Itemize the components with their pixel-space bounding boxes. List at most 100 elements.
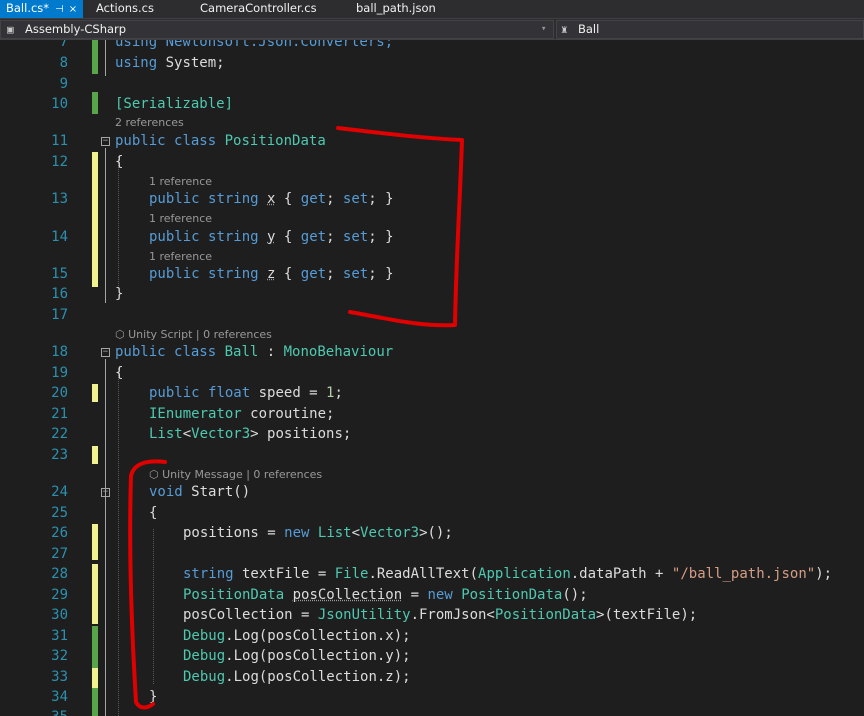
code-editor[interactable]: 7 8 9 10 11 12 13 14 15 16 17 18 19 20 2… <box>0 40 864 716</box>
code-token: using <box>115 55 158 71</box>
line-number: 11 <box>51 133 68 149</box>
unity-icon: ⬡ <box>149 468 163 481</box>
code-line-26: positions = new List<Vector3>(); <box>183 525 453 542</box>
code-token: PositionData <box>494 607 597 623</box>
code-line-30: posCollection = JsonUtility.FromJson<Pos… <box>183 607 697 624</box>
code-token: float <box>208 385 251 401</box>
collapse-icon[interactable]: − <box>101 488 110 497</box>
line-number: 27 <box>51 546 68 562</box>
code-line-11: public class PositionData <box>115 133 326 150</box>
code-token: public <box>149 191 200 207</box>
code-token: PositionData <box>183 587 285 603</box>
line-number: 24 <box>51 484 68 500</box>
code-token: posCollection = <box>183 607 318 623</box>
line-number: 25 <box>51 505 68 521</box>
code-lens-references[interactable]: 1 reference <box>149 175 212 188</box>
document-tab-bar: Ball.cs* ⊣ × Actions.cs CameraController.c… <box>0 0 864 18</box>
code-token: get <box>300 266 327 282</box>
collapse-icon[interactable]: − <box>101 137 110 146</box>
pin-icon[interactable]: ⊣ <box>55 4 64 15</box>
code-token: .Log(posCollection.y); <box>225 648 411 664</box>
line-number: 17 <box>51 307 68 323</box>
code-line-19: { <box>115 365 123 382</box>
unsaved-change-marker <box>92 152 98 287</box>
line-number: 14 <box>51 229 68 245</box>
line-number: 13 <box>51 191 68 207</box>
tab-cameracontroller-cs[interactable]: CameraController.cs <box>200 0 317 18</box>
code-token: public <box>115 344 166 360</box>
code-line-32: Debug.Log(posCollection.y); <box>183 648 411 665</box>
code-line-28: string textFile = File.ReadAllText(Appli… <box>183 566 832 583</box>
code-token: ; <box>326 191 343 207</box>
code-token: List <box>149 426 183 442</box>
code-lens-references[interactable]: 1 reference <box>149 250 212 263</box>
code-token: > positions; <box>250 426 352 442</box>
code-line-20: public float speed = 1; <box>149 385 343 402</box>
unity-icon: ⬡ <box>115 328 129 341</box>
unsaved-change-marker <box>92 384 98 402</box>
code-token: = <box>402 587 428 603</box>
code-lens-text: Unity Script | 0 references <box>128 328 272 341</box>
code-token: } <box>149 689 158 705</box>
line-number: 10 <box>51 96 68 112</box>
code-token: class <box>174 344 217 360</box>
code-token: Ball <box>224 344 259 360</box>
code-token: public <box>149 385 200 401</box>
code-lens-references[interactable]: 2 references <box>115 116 184 129</box>
code-token: .Log(posCollection.x); <box>225 628 411 644</box>
code-token: public <box>115 133 166 149</box>
code-token: get <box>300 229 327 245</box>
collapse-icon[interactable]: − <box>101 348 110 357</box>
tab-label: Ball.cs* <box>6 1 50 15</box>
code-token: string <box>208 229 259 245</box>
code-lens-unity-message[interactable]: ⬡ Unity Message | 0 references <box>149 468 322 481</box>
line-number: 32 <box>51 648 68 664</box>
code-token: ; } <box>368 266 394 282</box>
csharp-project-icon: ▣ <box>7 23 14 36</box>
code-token: public <box>149 229 200 245</box>
code-token: .ReadAllText( <box>368 566 479 582</box>
indent-guide <box>118 156 119 288</box>
tab-label: Actions.cs <box>96 1 154 15</box>
close-icon[interactable]: × <box>69 4 77 15</box>
member-dropdown[interactable]: ♜ Ball <box>556 20 864 39</box>
line-number: 29 <box>51 587 68 603</box>
code-token: PositionData <box>461 587 563 603</box>
code-token: Debug <box>183 628 226 644</box>
code-token: IEnumerator <box>149 406 242 422</box>
code-lens-unity-script[interactable]: ⬡ Unity Script | 0 references <box>115 328 272 341</box>
code-token: < <box>182 426 192 442</box>
code-token: .Log(posCollection.z); <box>225 669 411 685</box>
code-token: void <box>149 484 183 500</box>
code-token: } <box>115 286 124 302</box>
code-token: ; } <box>368 229 394 245</box>
fold-line <box>105 148 106 303</box>
code-line-13: public string x { get; set; } <box>149 191 394 208</box>
line-number: 26 <box>51 525 68 541</box>
project-name: Assembly-CSharp <box>25 22 127 36</box>
code-token: { <box>275 229 301 245</box>
code-line-21: IEnumerator coroutine; <box>149 406 334 423</box>
code-token: { <box>115 154 124 170</box>
code-token: set <box>342 191 369 207</box>
code-lens-references[interactable]: 1 reference <box>149 212 212 225</box>
line-number: 20 <box>51 385 68 401</box>
line-number: 8 <box>59 55 68 71</box>
tab-ball-path-json[interactable]: ball_path.json <box>356 0 436 18</box>
project-dropdown[interactable]: ▣ Assembly-CSharp ▾ <box>0 20 554 39</box>
line-number: 35 <box>24 709 68 716</box>
line-number: 34 <box>51 689 68 705</box>
unsaved-change-marker <box>92 564 98 624</box>
tab-actions-cs[interactable]: Actions.cs <box>96 0 154 18</box>
line-number: 31 <box>51 628 68 644</box>
code-token: Start() <box>182 484 251 500</box>
tab-ball-cs[interactable]: Ball.cs* ⊣ × <box>0 0 84 18</box>
